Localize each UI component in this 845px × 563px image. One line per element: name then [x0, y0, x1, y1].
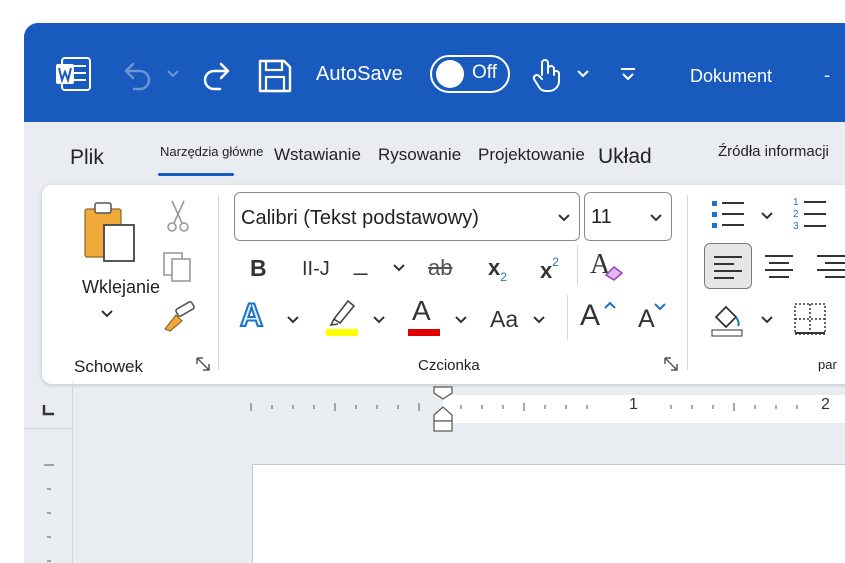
paste-clipboard-icon[interactable] — [82, 201, 142, 263]
font-size-value: 11 — [591, 206, 612, 228]
touch-mode-icon[interactable] — [532, 57, 560, 93]
divider — [577, 245, 578, 285]
undo-dropdown-chevron-icon[interactable] — [166, 69, 180, 79]
clipboard-group-label: Schowek — [74, 357, 143, 376]
divider — [218, 195, 219, 370]
tab-insert[interactable]: Wstawianie — [274, 145, 361, 165]
font-color-button[interactable]: A — [412, 295, 431, 327]
indent-marker-icon[interactable] — [432, 385, 454, 441]
shading-chevron-icon[interactable] — [760, 315, 774, 325]
highlighter-icon[interactable] — [326, 297, 360, 337]
bullets-icon[interactable] — [710, 197, 750, 231]
divider — [687, 195, 688, 370]
tab-design[interactable]: Projektowanie — [478, 145, 585, 165]
bold-button[interactable]: B — [250, 255, 267, 282]
paragraph-group-label: par — [818, 357, 837, 372]
grow-font-caret-icon — [604, 301, 616, 309]
minimize-button[interactable]: - — [824, 65, 830, 86]
align-left-icon — [714, 256, 742, 279]
subscript-mark: 2 — [500, 270, 507, 284]
shrink-font-button[interactable]: A — [638, 305, 655, 334]
autosave-label: AutoSave — [316, 63, 403, 85]
align-left-button[interactable] — [704, 243, 752, 289]
ruler-mark-2: 2 — [821, 396, 830, 413]
shrink-font-caret-icon — [654, 303, 666, 311]
superscript-x: x — [540, 258, 553, 283]
document-title: Dokument — [690, 66, 773, 86]
font-name-chevron-icon[interactable] — [557, 213, 571, 223]
eraser-icon — [604, 266, 624, 281]
format-painter-icon[interactable] — [162, 300, 196, 333]
autosave-toggle[interactable]: Off — [430, 55, 510, 93]
tab-selector-icon[interactable] — [42, 403, 56, 417]
redo-icon[interactable] — [200, 59, 232, 91]
svg-text:2: 2 — [793, 209, 799, 220]
save-icon[interactable] — [258, 59, 292, 93]
ruler-mark-1: 1 — [629, 396, 638, 413]
ribbon-home-panel: Wklejanie Schowek Calibri (Tekst podstaw… — [42, 185, 845, 384]
svg-text:1: 1 — [793, 197, 799, 208]
clipboard-dialog-launcher-icon[interactable] — [196, 357, 212, 373]
align-center-icon[interactable] — [764, 254, 794, 278]
underline-button[interactable]: _ — [354, 249, 367, 277]
font-color-swatch — [408, 329, 440, 336]
ribbon-tabs: Plik Narzędzia główne Wstawianie Rysowan… — [24, 122, 845, 188]
paste-dropdown-chevron-icon[interactable] — [100, 309, 114, 319]
horizontal-ruler[interactable]: 1 2 — [73, 386, 845, 433]
tab-file[interactable]: Plik — [70, 146, 104, 170]
svg-text:3: 3 — [793, 221, 799, 232]
tab-home[interactable]: Narzędzia główne — [160, 144, 263, 159]
vertical-ruler[interactable] — [40, 457, 60, 563]
superscript-button[interactable]: x2 — [540, 255, 559, 284]
ruler-ticks — [250, 403, 798, 411]
subscript-button[interactable]: x2 — [488, 255, 507, 284]
font-group-label: Czcionka — [418, 357, 480, 374]
title-bar: AutoSave Off Dokument - — [24, 23, 845, 122]
change-case-chevron-icon[interactable] — [532, 315, 546, 325]
divider — [567, 295, 568, 339]
font-size-chevron-icon[interactable] — [649, 213, 663, 223]
underline-chevron-icon[interactable] — [392, 263, 406, 273]
undo-icon[interactable] — [122, 59, 154, 91]
font-name-value: Calibri (Tekst podstawowy) — [241, 207, 479, 229]
text-effects-button[interactable]: A — [239, 296, 264, 334]
italic-button[interactable]: II-J — [302, 258, 330, 281]
word-app-icon[interactable] — [56, 57, 92, 91]
borders-icon[interactable] — [794, 303, 826, 335]
font-size-combobox[interactable]: 11 — [584, 192, 672, 241]
font-name-combobox[interactable]: Calibri (Tekst podstawowy) — [234, 192, 580, 241]
bullets-chevron-icon[interactable] — [760, 211, 774, 221]
highlight-chevron-icon[interactable] — [372, 315, 386, 325]
align-right-icon[interactable] — [816, 254, 845, 278]
grow-font-button[interactable]: A — [580, 299, 600, 333]
tab-home-underline — [158, 173, 234, 176]
font-color-chevron-icon[interactable] — [454, 315, 468, 325]
numbering-icon[interactable]: 1 2 3 — [792, 195, 832, 232]
text-effects-chevron-icon[interactable] — [286, 315, 300, 325]
strikethrough-button[interactable]: ab — [428, 255, 452, 281]
shading-paint-bucket-icon[interactable] — [710, 303, 746, 337]
cut-scissors-icon[interactable] — [166, 199, 190, 233]
document-page[interactable] — [252, 464, 845, 563]
autosave-toggle-state: Off — [472, 62, 497, 83]
copy-icon[interactable] — [162, 251, 194, 283]
tab-layout[interactable]: Układ — [598, 145, 652, 169]
change-case-button[interactable]: Aa — [490, 306, 518, 333]
tab-draw[interactable]: Rysowanie — [378, 145, 461, 165]
subscript-x: x — [488, 255, 501, 280]
autosave-toggle-knob — [436, 60, 464, 88]
font-dialog-launcher-icon[interactable] — [664, 357, 680, 373]
paste-label[interactable]: Wklejanie — [82, 277, 160, 298]
superscript-mark: 2 — [552, 255, 559, 269]
tab-references[interactable]: Źródła informacji — [718, 143, 829, 160]
word-window: AutoSave Off Dokument - Plik Narzędzia g… — [24, 23, 845, 563]
touch-mode-chevron-icon[interactable] — [576, 69, 590, 79]
customize-toolbar-icon[interactable] — [620, 67, 636, 83]
